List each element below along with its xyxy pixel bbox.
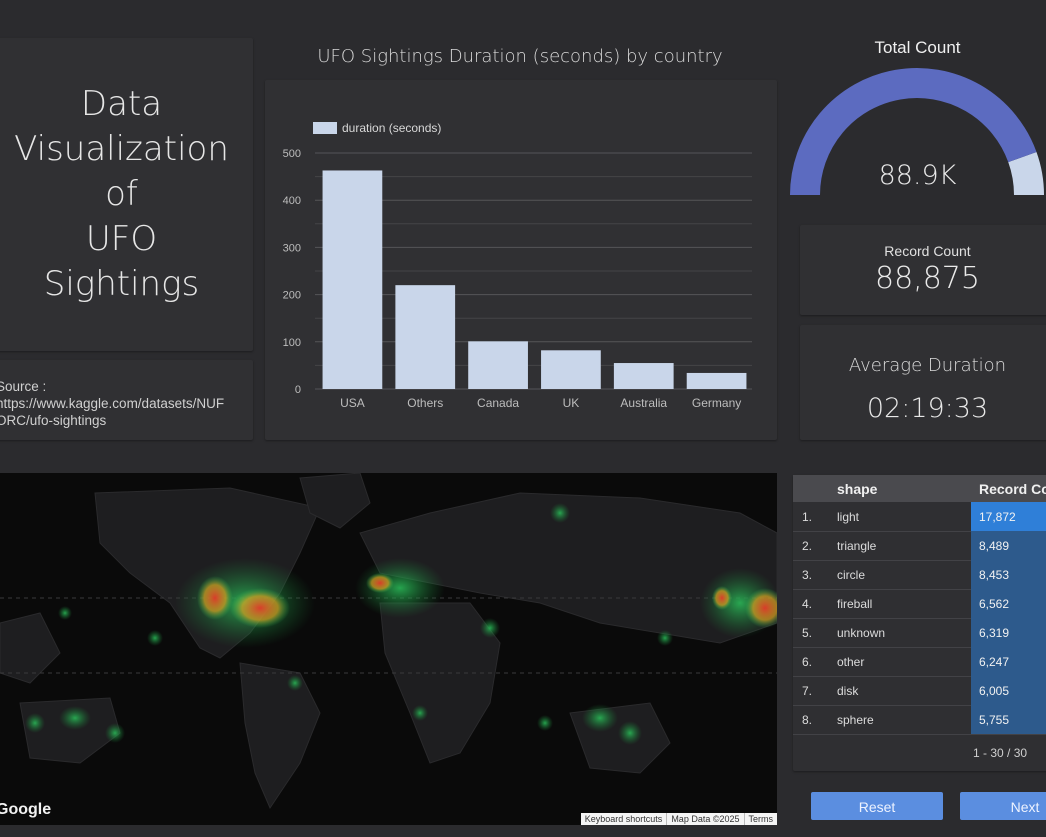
row-shape: circle	[837, 568, 866, 582]
shape-table: shape Record Co 1. light 17,872 2. triangle 8…	[793, 475, 1046, 771]
average-duration-label: Average Duration	[848, 355, 1007, 376]
row-shape: unknown	[837, 626, 886, 640]
row-record-count: 6,247	[979, 655, 1010, 669]
y-tick-label: 200	[283, 290, 301, 302]
row-index: 8.	[802, 713, 813, 727]
gauge-title: Total Count	[874, 38, 961, 57]
title-card: Data Visualization of UFO Sightings	[0, 38, 253, 351]
legend-swatch	[313, 122, 337, 134]
row-shape: other	[837, 655, 865, 669]
table-row[interactable]: 5. unknown 6,319	[793, 618, 1046, 648]
x-tick-label: Canada	[477, 396, 519, 410]
table-pager: 1 - 30 / 30	[973, 746, 1028, 760]
bar-australia	[613, 363, 674, 389]
row-shape: light	[837, 510, 860, 524]
keyboard-shortcuts-link[interactable]: Keyboard shortcuts	[581, 813, 667, 825]
x-tick-label: UK	[563, 396, 580, 410]
table-row[interactable]: 1. light 17,872	[793, 502, 1046, 532]
y-tick-label: 100	[283, 337, 301, 349]
x-tick-label: Australia	[620, 396, 667, 410]
x-tick-label: Others	[407, 396, 443, 410]
row-shape: sphere	[837, 713, 874, 727]
y-tick-label: 500	[283, 148, 301, 160]
row-index: 4.	[802, 597, 813, 611]
bar-chart-svg: 0 100 200 300 400 500 USA Others Canada UK Austral…	[283, 121, 752, 410]
row-record-count: 6,319	[979, 626, 1010, 640]
heatmap-map[interactable]: Google Keyboard shortcuts Map Data ©2025…	[0, 473, 777, 825]
table-row[interactable]: 2. triangle 8,489	[793, 531, 1046, 561]
source-text: Source : https://www.kaggle.com/datasets…	[0, 379, 225, 428]
y-tick-label: 300	[283, 242, 301, 254]
x-tick-label: Germany	[692, 396, 741, 410]
row-index: 2.	[802, 539, 813, 553]
row-record-count: 8,453	[979, 568, 1010, 582]
row-record-count: 6,562	[979, 597, 1010, 611]
average-duration-value: 02:19:33	[866, 393, 989, 424]
terms-link[interactable]: Terms	[743, 813, 778, 825]
x-tick-label: USA	[340, 396, 365, 410]
bar-canada	[468, 341, 528, 389]
record-count-card: Record Count 88,875	[800, 225, 1046, 315]
header-record-count[interactable]: Record Co	[979, 481, 1046, 497]
map-attribution: Keyboard shortcuts Map Data ©2025 Terms	[580, 813, 778, 825]
row-index: 6.	[802, 655, 813, 669]
table-row[interactable]: 6. other 6,247	[793, 647, 1046, 677]
next-button[interactable]: Next	[960, 792, 1046, 820]
row-index: 1.	[802, 510, 813, 524]
legend-label: duration (seconds)	[342, 121, 441, 135]
table-row[interactable]: 3. circle 8,453	[793, 560, 1046, 590]
bar-usa	[322, 170, 383, 389]
reset-button[interactable]: Reset	[811, 792, 943, 820]
average-duration-card: Average Duration 02:19:33	[800, 325, 1046, 440]
y-tick-label: 400	[283, 195, 301, 207]
map-data-credit: Map Data ©2025	[666, 813, 743, 825]
record-count-label: Record Count	[884, 243, 971, 259]
source-card: Source : https://www.kaggle.com/datasets…	[0, 360, 253, 440]
gauge-value: 88.9K	[878, 160, 957, 191]
dashboard-title: Data Visualization of UFO Sightings	[14, 84, 229, 304]
google-logo: Google	[0, 801, 52, 818]
row-index: 5.	[802, 626, 813, 640]
chart-title: UFO Sightings Duration (seconds) by coun…	[317, 46, 723, 67]
table-header: shape Record Co	[793, 475, 1046, 502]
table-row[interactable]: 4. fireball 6,562	[793, 589, 1046, 619]
row-record-count: 8,489	[979, 539, 1010, 553]
bar-germany	[686, 372, 747, 389]
row-shape: triangle	[837, 539, 877, 553]
row-shape: fireball	[837, 597, 873, 611]
bar-chart[interactable]: 0 100 200 300 400 500 USA Others Canada UK Austral…	[265, 80, 777, 440]
row-shape: disk	[837, 684, 859, 698]
record-count-value: 88,875	[875, 261, 980, 296]
y-tick-label: 0	[295, 384, 301, 396]
map-canvas[interactable]	[0, 473, 777, 825]
row-record-count: 6,005	[979, 684, 1010, 698]
table-row[interactable]: 7. disk 6,005	[793, 676, 1046, 706]
row-index: 3.	[802, 568, 813, 582]
bar-uk	[541, 350, 601, 389]
row-index: 7.	[802, 684, 813, 698]
row-record-count: 5,755	[979, 713, 1010, 727]
bar-others	[395, 285, 456, 389]
header-shape[interactable]: shape	[837, 481, 877, 497]
table-row[interactable]: 8. sphere 5,755	[793, 705, 1046, 735]
row-record-count: 17,872	[979, 510, 1016, 524]
